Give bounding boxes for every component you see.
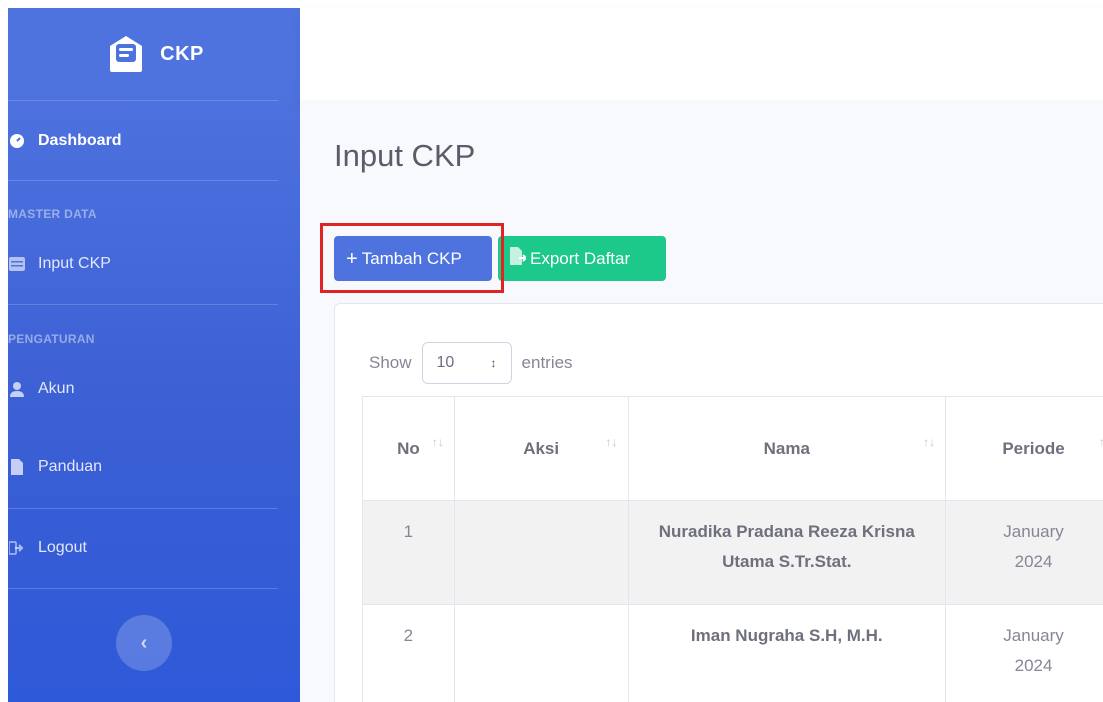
sidebar-item-akun[interactable]: Akun bbox=[8, 380, 74, 398]
topbar bbox=[300, 8, 1103, 100]
sidebar-item-input-ckp[interactable]: Input CKP bbox=[8, 255, 111, 273]
brand-name: CKP bbox=[160, 42, 204, 65]
sidebar: CKP Dashboard MASTER DATA Input CKP PENG… bbox=[8, 8, 300, 702]
cell-periode: January 2024 bbox=[945, 500, 1103, 605]
sidebar-divider bbox=[8, 180, 278, 181]
sidebar-divider bbox=[8, 508, 278, 509]
cell-aksi bbox=[453, 500, 629, 605]
sidebar-divider bbox=[8, 304, 278, 305]
entries-label: entries bbox=[521, 353, 573, 372]
table-row: 1 Nuradika Pradana Reeza Krisna Utama S.… bbox=[362, 500, 1103, 605]
sidebar-item-logout[interactable]: Logout bbox=[8, 539, 87, 557]
page-title: Input CKP bbox=[334, 138, 476, 173]
sign-out-icon bbox=[8, 539, 26, 557]
column-header-aksi[interactable]: Aksi ↑↓ bbox=[453, 396, 629, 501]
select-arrows-icon: ↕ bbox=[490, 356, 497, 370]
user-icon bbox=[8, 380, 26, 398]
chevron-left-icon: ‹ bbox=[140, 631, 148, 654]
sidebar-item-dashboard[interactable]: Dashboard bbox=[8, 132, 122, 150]
column-header-no[interactable]: No ↑↓ bbox=[362, 396, 455, 501]
cell-no: 2 bbox=[362, 604, 455, 702]
file-icon bbox=[8, 458, 26, 476]
export-list-button[interactable]: Export Daftar bbox=[498, 236, 666, 281]
sidebar-heading-master: MASTER DATA bbox=[8, 207, 97, 221]
cell-aksi bbox=[453, 604, 629, 702]
entries-select[interactable]: 10 ↕ bbox=[421, 342, 512, 384]
sidebar-heading-settings: PENGATURAN bbox=[8, 332, 95, 346]
sidebar-brand[interactable]: CKP bbox=[8, 8, 300, 100]
sidebar-divider bbox=[8, 588, 278, 589]
plus-icon: + bbox=[346, 247, 358, 270]
file-export-icon bbox=[510, 247, 528, 270]
sort-icon: ↑↓ bbox=[923, 435, 936, 449]
sidebar-item-label: Input CKP bbox=[38, 255, 111, 272]
column-header-nama[interactable]: Nama ↑↓ bbox=[627, 396, 947, 501]
cell-periode: January 2024 bbox=[945, 604, 1103, 702]
table-icon bbox=[8, 255, 26, 273]
sidebar-toggle-button[interactable]: ‹ bbox=[116, 615, 172, 671]
ckp-table: No↑↓ Aksi↑↓ Nama↑↓ Periode↑↓ 1 Nuradika … bbox=[362, 396, 1103, 702]
sidebar-item-panduan[interactable]: Panduan bbox=[8, 458, 102, 476]
add-ckp-label: Tambah CKP bbox=[361, 248, 462, 268]
cell-nama: Nuradika Pradana Reeza Krisna Utama S.Tr… bbox=[627, 500, 947, 605]
cell-no: 1 bbox=[362, 500, 455, 605]
add-ckp-button[interactable]: + Tambah CKP bbox=[334, 236, 492, 281]
entries-value: 10 bbox=[436, 354, 455, 371]
table-card: Show 10 ↕ entries No ↑↓ Aksi ↑↓ Nama ↑↓ Per… bbox=[334, 303, 1103, 702]
tachometer-icon bbox=[8, 132, 26, 150]
sidebar-item-label: Panduan bbox=[38, 458, 103, 475]
sort-icon: ↑↓ bbox=[431, 435, 444, 449]
sort-icon: ↑↓ bbox=[605, 435, 618, 449]
entries-length-control: Show 10 ↕ entries bbox=[369, 342, 573, 384]
page: CKP Dashboard MASTER DATA Input CKP PENG… bbox=[0, 0, 1103, 702]
envelope-logo-icon bbox=[110, 36, 143, 72]
sidebar-item-label: Logout bbox=[38, 539, 87, 556]
show-label: Show bbox=[369, 353, 412, 372]
sort-icon: ↑↓ bbox=[1099, 435, 1103, 449]
table-header-row: No↑↓ Aksi↑↓ Nama↑↓ Periode↑↓ bbox=[362, 396, 1103, 501]
column-header-periode[interactable]: Periode↑↓ bbox=[945, 396, 1103, 501]
table-row: 2 Iman Nugraha S.H, M.H. January 2024 bbox=[362, 604, 1103, 702]
sidebar-item-label: Akun bbox=[38, 380, 75, 397]
sidebar-item-label: Dashboard bbox=[38, 132, 122, 149]
sidebar-divider bbox=[8, 100, 278, 101]
export-list-label: Export Daftar bbox=[530, 248, 631, 268]
main-content: Input CKP + Tambah CKP Export Daftar Sho… bbox=[300, 100, 1103, 702]
cell-nama: Iman Nugraha S.H, M.H. bbox=[627, 604, 947, 702]
